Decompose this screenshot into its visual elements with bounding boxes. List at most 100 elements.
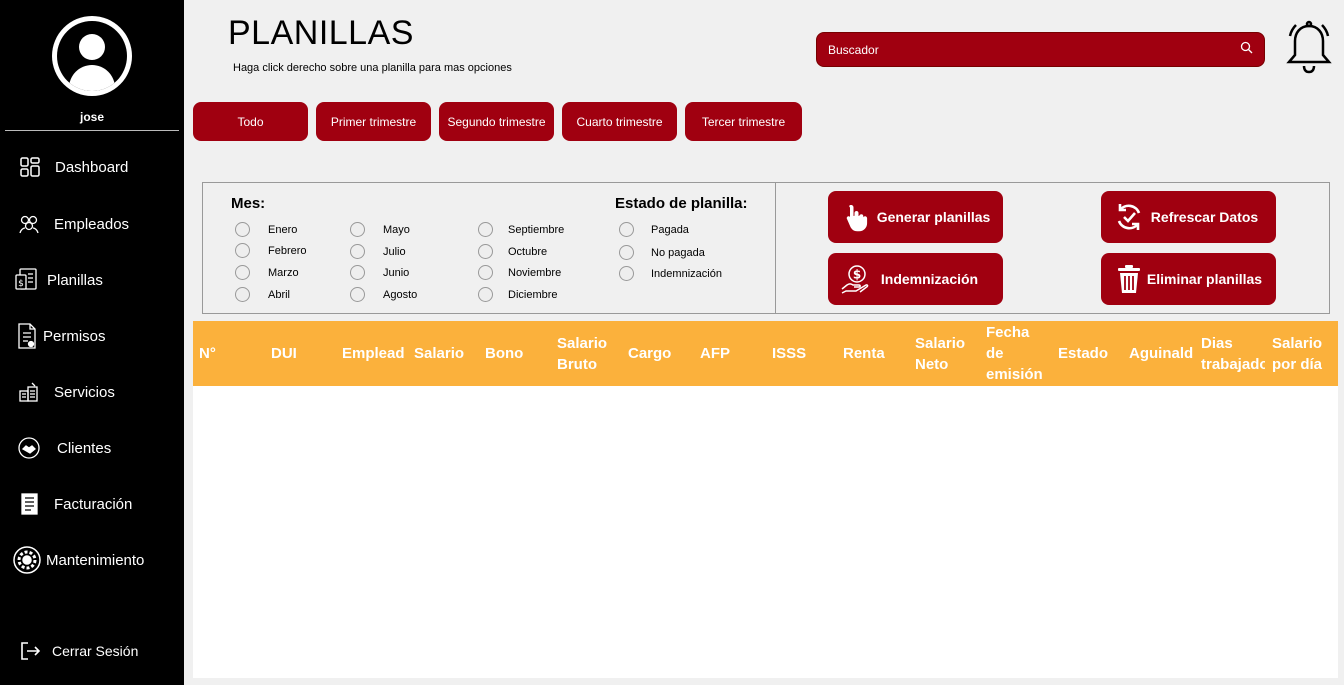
column-header-renta[interactable]: Renta xyxy=(843,321,907,386)
column-header-salario-neto[interactable]: Salario Neto xyxy=(915,321,979,386)
month-radio-marzo[interactable]: Marzo xyxy=(235,265,299,280)
radio-circle[interactable] xyxy=(350,287,365,302)
radio-label: Agosto xyxy=(383,288,418,301)
month-radio-noviembre[interactable]: Noviembre xyxy=(478,265,561,280)
permissions-icon xyxy=(14,323,40,349)
sidebar-item-label: Facturación xyxy=(54,495,133,513)
generate-payroll-button[interactable]: Generar planillas xyxy=(828,191,1003,243)
search-placeholder: Buscador xyxy=(828,42,879,57)
sidebar-item-empleados[interactable]: Empleados xyxy=(0,204,184,244)
radio-label: Enero xyxy=(268,223,298,236)
delete-payroll-label: Eliminar planillas xyxy=(1146,271,1263,287)
status-radio-no-pagada[interactable]: No pagada xyxy=(619,245,705,260)
filter-q1-button[interactable]: Primer trimestre xyxy=(316,102,431,141)
filter-q2-button[interactable]: Segundo trimestre xyxy=(439,102,554,141)
month-radio-julio[interactable]: Julio xyxy=(350,244,406,259)
month-radio-octubre[interactable]: Octubre xyxy=(478,244,547,259)
username: jose xyxy=(79,110,104,124)
month-group-title: Mes: xyxy=(231,195,266,212)
sidebar-item-clientes[interactable]: Clientes xyxy=(0,428,184,468)
radio-circle[interactable] xyxy=(235,265,250,280)
filter-q4-button[interactable]: Cuarto trimestre xyxy=(562,102,677,141)
radio-circle[interactable] xyxy=(619,266,634,281)
bell-icon[interactable] xyxy=(1284,20,1334,78)
severance-button[interactable]: $ Indemnización xyxy=(828,253,1003,305)
radio-label: Septiembre xyxy=(508,223,565,236)
column-header-fecha-emision[interactable]: Fecha de emisión xyxy=(986,321,1050,386)
svg-text:$: $ xyxy=(853,268,861,282)
column-header-empleado[interactable]: Emplead xyxy=(342,321,406,386)
radio-circle[interactable] xyxy=(350,222,365,237)
avatar[interactable] xyxy=(52,16,132,96)
month-radio-diciembre[interactable]: Diciembre xyxy=(478,287,558,302)
column-header-number[interactable]: N° xyxy=(199,321,259,386)
radio-circle[interactable] xyxy=(478,244,493,259)
status-radio-indemnizacion[interactable]: Indemnización xyxy=(619,266,722,281)
column-header-salario-bruto[interactable]: Salario Bruto xyxy=(557,321,621,386)
services-icon xyxy=(16,379,42,405)
sidebar-item-permisos[interactable]: Permisos xyxy=(0,316,184,356)
refresh-icon xyxy=(1113,201,1145,233)
month-radio-abril[interactable]: Abril xyxy=(235,287,290,302)
sidebar-item-label: Planillas xyxy=(47,271,103,289)
radio-label: Junio xyxy=(383,266,410,279)
month-radio-mayo[interactable]: Mayo xyxy=(350,222,410,237)
search-icon[interactable] xyxy=(1240,41,1253,59)
radio-circle[interactable] xyxy=(478,265,493,280)
column-header-salario[interactable]: Salario xyxy=(414,321,478,386)
sidebar-item-planillas[interactable]: $ Planillas xyxy=(0,260,184,300)
radio-label: Marzo xyxy=(268,266,299,279)
sidebar-item-dashboard[interactable]: Dashboard xyxy=(0,147,184,187)
logout-button[interactable]: Cerrar Sesión xyxy=(0,631,184,671)
sidebar-item-servicios[interactable]: Servicios xyxy=(0,372,184,412)
radio-label: Noviembre xyxy=(508,266,562,279)
filter-todo-button[interactable]: Todo xyxy=(193,102,308,141)
radio-circle[interactable] xyxy=(478,287,493,302)
search-input[interactable]: Buscador xyxy=(816,32,1265,67)
month-radio-agosto[interactable]: Agosto xyxy=(350,287,417,302)
radio-circle[interactable] xyxy=(350,244,365,259)
panel-divider xyxy=(775,182,776,314)
radio-circle[interactable] xyxy=(619,245,634,260)
column-header-dui[interactable]: DUI xyxy=(271,321,331,386)
sidebar-item-mantenimiento[interactable]: Mantenimiento xyxy=(0,540,184,580)
sidebar-item-label: Empleados xyxy=(54,215,130,233)
month-radio-enero[interactable]: Enero xyxy=(235,222,297,237)
month-radio-febrero[interactable]: Febrero xyxy=(235,243,307,258)
column-header-aguinaldo[interactable]: Aguinald xyxy=(1129,321,1193,386)
delete-payroll-button[interactable]: Eliminar planillas xyxy=(1101,253,1276,305)
month-radio-septiembre[interactable]: Septiembre xyxy=(478,222,564,237)
column-header-dias-trabajados[interactable]: Dias trabajado xyxy=(1201,321,1265,386)
employees-icon xyxy=(16,211,42,237)
refresh-data-button[interactable]: Refrescar Datos xyxy=(1101,191,1276,243)
filter-q3-button[interactable]: Tercer trimestre xyxy=(685,102,802,141)
column-header-salario-por-dia[interactable]: Salario por día xyxy=(1272,321,1336,386)
logout-label: Cerrar Sesión xyxy=(52,643,139,659)
radio-circle[interactable] xyxy=(235,287,250,302)
radio-circle[interactable] xyxy=(235,243,250,258)
sidebar-item-label: Dashboard xyxy=(55,158,129,176)
radio-label: Indemnización xyxy=(651,267,722,280)
dashboard-icon xyxy=(17,154,43,180)
radio-circle[interactable] xyxy=(350,265,365,280)
column-header-afp[interactable]: AFP xyxy=(700,321,764,386)
payroll-icon: $ xyxy=(14,267,40,293)
sidebar-item-facturacion[interactable]: Facturación xyxy=(0,484,184,524)
sidebar-divider xyxy=(5,130,179,131)
column-header-bono[interactable]: Bono xyxy=(485,321,549,386)
refresh-data-label: Refrescar Datos xyxy=(1150,209,1259,225)
column-header-estado[interactable]: Estado xyxy=(1058,321,1122,386)
radio-label: Diciembre xyxy=(508,288,558,301)
column-header-cargo[interactable]: Cargo xyxy=(628,321,692,386)
month-radio-junio[interactable]: Junio xyxy=(350,265,409,280)
payroll-table[interactable]: N° DUI Emplead Salario Bono Salario Brut… xyxy=(193,321,1338,678)
invoice-icon xyxy=(17,491,43,517)
status-radio-pagada[interactable]: Pagada xyxy=(619,222,689,237)
radio-circle[interactable] xyxy=(478,222,493,237)
sidebar: jose Dashboard Empleados $ Planillas Per… xyxy=(0,0,184,685)
status-group-title: Estado de planilla: xyxy=(615,195,748,212)
radio-circle[interactable] xyxy=(235,222,250,237)
radio-circle[interactable] xyxy=(619,222,634,237)
radio-label: Pagada xyxy=(651,223,689,236)
column-header-isss[interactable]: ISSS xyxy=(772,321,836,386)
